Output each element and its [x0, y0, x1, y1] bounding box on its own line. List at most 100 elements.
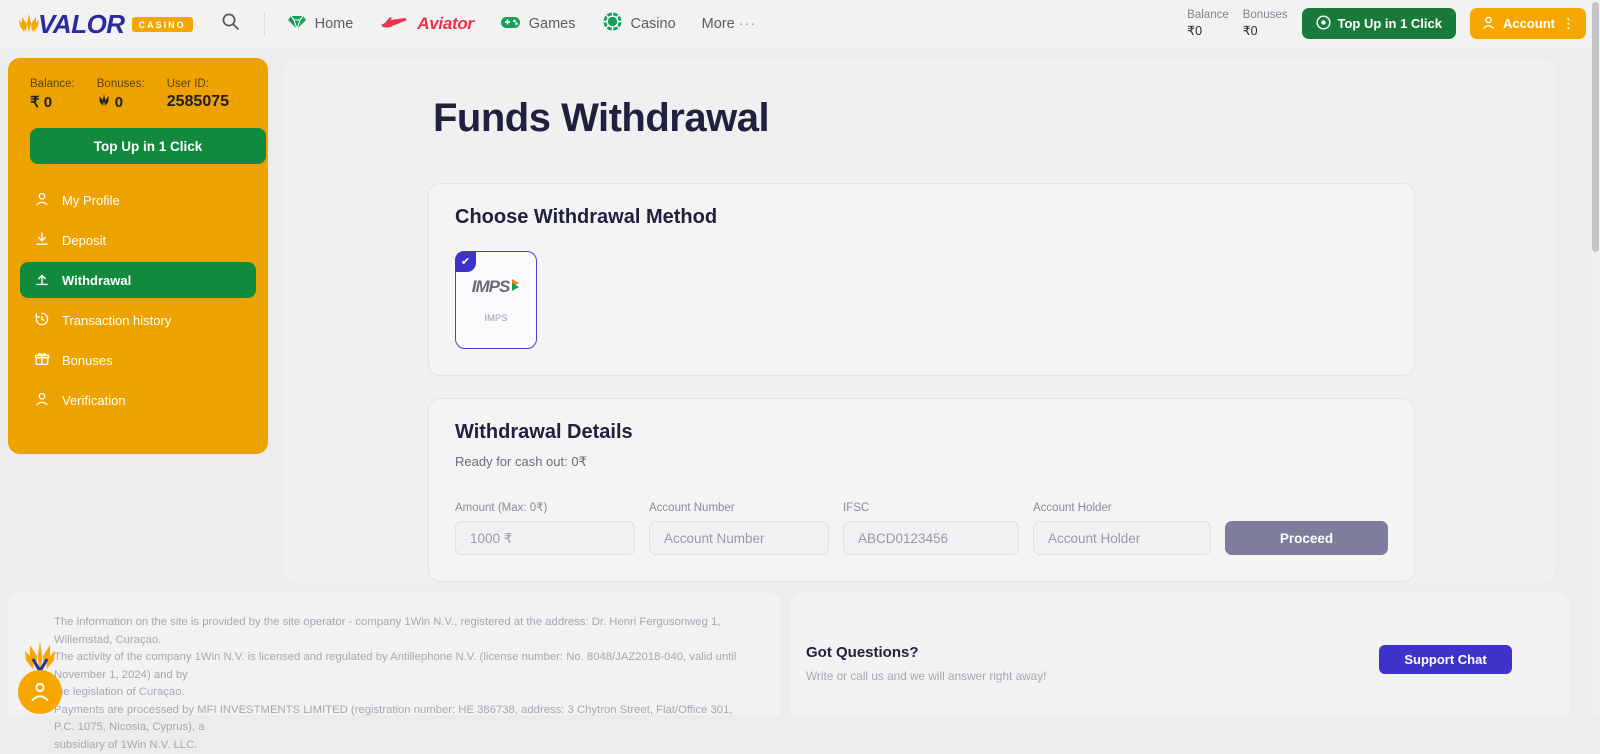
header-account-label: Account [1503, 16, 1555, 31]
poker-chip-icon [602, 11, 623, 37]
header-bonuses-value: ₹0 [1243, 23, 1288, 40]
site-logo[interactable]: VALOR CASINO [16, 9, 193, 40]
nav-item-casino[interactable]: Casino [602, 11, 676, 37]
imps-logo-text: IMPS [472, 277, 510, 297]
legal-line-1: The information on the site is provided … [54, 614, 754, 649]
nav-label-aviator: Aviator [417, 14, 473, 34]
withdrawal-details-title: Withdrawal Details [455, 421, 1388, 444]
page-scrollbar[interactable] [1591, 0, 1600, 715]
plane-icon [379, 13, 409, 36]
user-icon [34, 191, 50, 210]
sidebar-item-withdrawal[interactable]: Withdrawal [20, 262, 256, 298]
sidebar-label-withdrawal: Withdrawal [62, 273, 131, 288]
header-balance-value: ₹0 [1187, 23, 1229, 40]
scrollbar-thumb[interactable] [1592, 2, 1599, 252]
plus-circle-icon [1316, 15, 1331, 33]
account-holder-input[interactable] [1033, 521, 1211, 555]
imps-method-label: IMPS [484, 313, 507, 324]
legal-line-4: Payments are processed by MFI INVESTMENT… [54, 702, 754, 737]
search-button[interactable] [221, 12, 240, 36]
legal-line-3: the legislation of Curaçao. [54, 684, 754, 702]
field-ifsc: IFSC [843, 502, 1019, 555]
nav-divider [264, 12, 265, 36]
floating-crown-icon [21, 640, 59, 674]
sidebar-menu: My Profile Deposit Withdrawal [20, 182, 256, 418]
sidebar-userid-label: User ID: [167, 78, 229, 90]
sidebar-bonuses-value: 0 [97, 93, 145, 112]
label-ifsc: IFSC [843, 502, 1019, 514]
sidebar-topup-button[interactable]: Top Up in 1 Click [30, 128, 266, 164]
gem-icon [287, 12, 307, 37]
sidebar-item-verification[interactable]: Verification [20, 382, 256, 418]
withdrawal-details-card: Withdrawal Details Ready for cash out: 0… [428, 398, 1415, 582]
sidebar-item-my-profile[interactable]: My Profile [20, 182, 256, 218]
crown-icon [16, 11, 42, 37]
legal-line-2: The activity of the company 1Win N.V. is… [54, 649, 754, 684]
label-amount: Amount (Max: 0₹) [455, 500, 635, 514]
download-icon [34, 231, 50, 250]
history-icon [34, 311, 50, 330]
selected-check-icon: ✔ [455, 251, 476, 272]
sidebar-item-deposit[interactable]: Deposit [20, 222, 256, 258]
field-account-holder: Account Holder [1033, 502, 1211, 555]
sidebar-label-my-profile: My Profile [62, 193, 120, 208]
sidebar-bonuses-amount: 0 [115, 94, 123, 111]
proceed-button[interactable]: Proceed [1225, 521, 1388, 555]
nav-label-home: Home [315, 16, 354, 32]
sidebar-item-transaction-history[interactable]: Transaction history [20, 302, 256, 338]
amount-input[interactable] [455, 521, 635, 555]
india-flag-icon [511, 277, 520, 297]
nav-item-games[interactable]: Games [500, 12, 576, 37]
header-balance-label: Balance [1187, 8, 1229, 24]
sidebar-balance-value: ₹ 0 [30, 93, 75, 111]
top-right-controls: Balance ₹0 Bonuses ₹0 Top Up in 1 Click [1187, 8, 1586, 40]
field-amount: Amount (Max: 0₹) [455, 500, 635, 555]
legal-line-5: subsidiary of 1Win N.V. LLC. [54, 737, 754, 754]
sidebar-label-bonuses: Bonuses [62, 353, 113, 368]
user-icon [1481, 15, 1496, 33]
footer-legal-panel: The information on the site is provided … [8, 592, 780, 715]
payment-method-imps[interactable]: ✔ IMPS IMPS [455, 251, 537, 349]
gamepad-icon [500, 12, 521, 37]
main-content-panel: Funds Withdrawal Choose Withdrawal Metho… [283, 58, 1555, 583]
header-topup-button[interactable]: Top Up in 1 Click [1302, 8, 1457, 39]
kebab-menu-icon[interactable]: ⋮ [1562, 16, 1575, 32]
sidebar-userid-value: 2585075 [167, 93, 229, 111]
header-balance: Balance ₹0 [1187, 8, 1229, 40]
nav-item-aviator[interactable]: Aviator [379, 13, 473, 36]
withdrawal-method-title: Choose Withdrawal Method [455, 206, 1388, 229]
ellipsis-icon: ··· [739, 16, 757, 32]
header-topup-label: Top Up in 1 Click [1338, 16, 1443, 31]
nav-item-home[interactable]: Home [287, 12, 354, 37]
ifsc-input[interactable] [843, 521, 1019, 555]
sidebar-item-bonuses[interactable]: Bonuses [20, 342, 256, 378]
support-chat-button[interactable]: Support Chat [1379, 645, 1512, 674]
logo-badge: CASINO [132, 17, 193, 32]
nav-label-more: More [702, 16, 735, 32]
field-account-number: Account Number [649, 502, 829, 555]
sidebar-balance: Balance: ₹ 0 [30, 78, 75, 112]
sidebar-balance-label: Balance: [30, 78, 75, 90]
nav-label-games: Games [529, 16, 576, 32]
ready-for-cashout-text: Ready for cash out: 0₹ [455, 454, 1388, 470]
floating-account-button[interactable] [18, 670, 62, 714]
sidebar-label-verification: Verification [62, 393, 126, 408]
sidebar-userid: User ID: 2585075 [167, 78, 229, 112]
account-number-input[interactable] [649, 521, 829, 555]
sidebar-bonuses: Bonuses: 0 [97, 78, 145, 112]
nav-item-more[interactable]: More··· [702, 16, 757, 32]
top-navigation-bar: VALOR CASINO Home [0, 0, 1600, 48]
withdrawal-method-card: Choose Withdrawal Method ✔ IMPS IMPS [428, 183, 1415, 376]
sidebar-topup-label: Top Up in 1 Click [94, 139, 203, 154]
sidebar-label-deposit: Deposit [62, 233, 106, 248]
header-account-button[interactable]: Account ⋮ [1470, 8, 1586, 39]
bonus-crown-icon [97, 93, 111, 112]
nav-label-casino: Casino [631, 16, 676, 32]
account-sidebar: Balance: ₹ 0 Bonuses: 0 User ID: 2585075 [8, 58, 268, 454]
sidebar-stats: Balance: ₹ 0 Bonuses: 0 User ID: 2585075 [20, 74, 256, 112]
logo-wordmark: VALOR [38, 9, 125, 40]
imps-logo: IMPS [472, 277, 521, 297]
gift-icon [34, 351, 50, 370]
user-icon [28, 679, 52, 706]
search-icon [221, 12, 240, 36]
